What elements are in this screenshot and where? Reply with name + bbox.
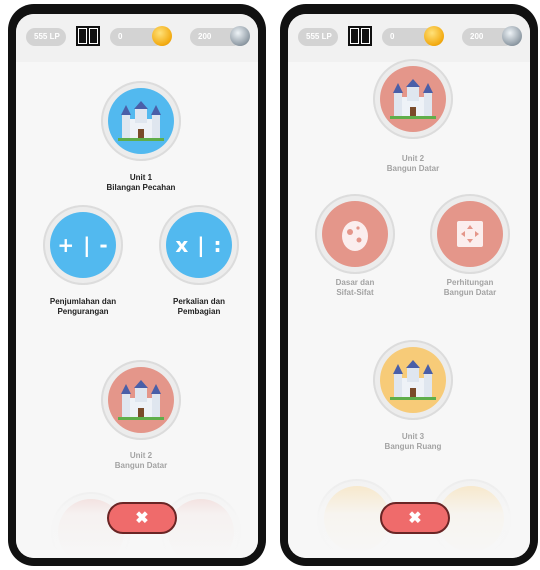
- silver-coin-icon: [230, 26, 250, 46]
- dasar-circle: [322, 201, 388, 267]
- unit-3-node[interactable]: [373, 340, 453, 420]
- egg-icon: [342, 221, 368, 251]
- plus-minus-icon: + | -: [57, 233, 109, 257]
- unit-3-title: Unit 3: [401, 432, 425, 441]
- lp-value: 555 LP: [34, 32, 60, 41]
- dasar-label: Dasar dan Sifat-Sifat: [295, 278, 415, 298]
- close-button[interactable]: ✖: [107, 502, 177, 534]
- unit-1-subtitle: Bilangan Pecahan: [106, 183, 176, 192]
- unit-2-circle: [108, 367, 174, 433]
- top-bar: 555 LP 0 200: [288, 14, 530, 62]
- close-button[interactable]: ✖: [380, 502, 450, 534]
- perkalian-label: Perkalian dan Pembagian: [139, 297, 258, 317]
- unit-2-node[interactable]: [101, 360, 181, 440]
- app-screen-left: 555 LP 0 200 Unit 1 Bilangan Pecahan + |…: [16, 14, 258, 558]
- unit-3-circle: [380, 347, 446, 413]
- perhitungan-subtitle: Bangun Datar: [443, 288, 497, 297]
- book-icon[interactable]: [348, 25, 372, 47]
- castle-icon: [118, 101, 164, 141]
- silver-coin-icon: [502, 26, 522, 46]
- lp-value: 555 LP: [306, 32, 332, 41]
- gold-coin-value: 0: [390, 32, 395, 41]
- unit-2-label: Unit 2 Bangun Datar: [81, 451, 201, 471]
- perhitungan-circle: [437, 201, 503, 267]
- lp-badge: 555 LP: [26, 28, 66, 46]
- perhitungan-label: Perhitungan Bangun Datar: [410, 278, 530, 298]
- castle-icon: [118, 380, 164, 420]
- unit-1-node[interactable]: [101, 81, 181, 161]
- unit-3-subtitle: Bangun Ruang: [384, 442, 442, 451]
- phone-frame-right: 555 LP 0 200 Unit 2 Bangun Datar Dasar d…: [280, 4, 538, 566]
- unit-3-label: Unit 3 Bangun Ruang: [353, 432, 473, 452]
- unit-1-label: Unit 1 Bilangan Pecahan: [81, 173, 201, 193]
- gold-coin-icon: [152, 26, 172, 46]
- perhitungan-title: Perhitungan: [446, 278, 494, 287]
- close-icon: ✖: [135, 510, 149, 527]
- perkalian-circle: x | :: [166, 212, 232, 278]
- phone-frame-left: 555 LP 0 200 Unit 1 Bilangan Pecahan + |…: [8, 4, 266, 566]
- unit-2-label: Unit 2 Bangun Datar: [353, 154, 473, 174]
- dasar-title: Dasar dan: [335, 278, 375, 287]
- gold-coin-value: 0: [118, 32, 123, 41]
- castle-icon: [390, 360, 436, 400]
- perkalian-title: Perkalian dan: [172, 297, 226, 306]
- penjumlahan-title: Penjumlahan dan: [49, 297, 117, 306]
- unit-1-circle: [108, 88, 174, 154]
- silver-coin-value: 200: [470, 32, 484, 41]
- unit-2-circle: [380, 66, 446, 132]
- unit-2-title: Unit 2: [401, 154, 425, 163]
- penjumlahan-node[interactable]: + | -: [43, 205, 123, 285]
- lp-badge: 555 LP: [298, 28, 338, 46]
- perkalian-subtitle: Pembagian: [177, 307, 221, 316]
- perhitungan-node[interactable]: [430, 194, 510, 274]
- unit-2-subtitle: Bangun Datar: [114, 461, 168, 470]
- times-divide-icon: x | :: [175, 233, 223, 257]
- penjumlahan-label: Penjumlahan dan Pengurangan: [23, 297, 143, 317]
- dasar-node[interactable]: [315, 194, 395, 274]
- perkalian-node[interactable]: x | :: [159, 205, 239, 285]
- square-arrows-icon: [457, 221, 483, 247]
- unit-2-node[interactable]: [373, 59, 453, 139]
- gold-coin-icon: [424, 26, 444, 46]
- silver-coin-value: 200: [198, 32, 212, 41]
- unit-2-subtitle: Bangun Datar: [386, 164, 440, 173]
- castle-icon: [390, 79, 436, 119]
- close-icon: ✖: [408, 510, 422, 527]
- app-screen-right: 555 LP 0 200 Unit 2 Bangun Datar Dasar d…: [288, 14, 530, 558]
- penjumlahan-circle: + | -: [50, 212, 116, 278]
- top-bar: 555 LP 0 200: [16, 14, 258, 62]
- unit-2-title: Unit 2: [129, 451, 153, 460]
- unit-1-title: Unit 1: [129, 173, 153, 182]
- penjumlahan-subtitle: Pengurangan: [57, 307, 109, 316]
- book-icon[interactable]: [76, 25, 100, 47]
- dasar-subtitle: Sifat-Sifat: [336, 288, 374, 297]
